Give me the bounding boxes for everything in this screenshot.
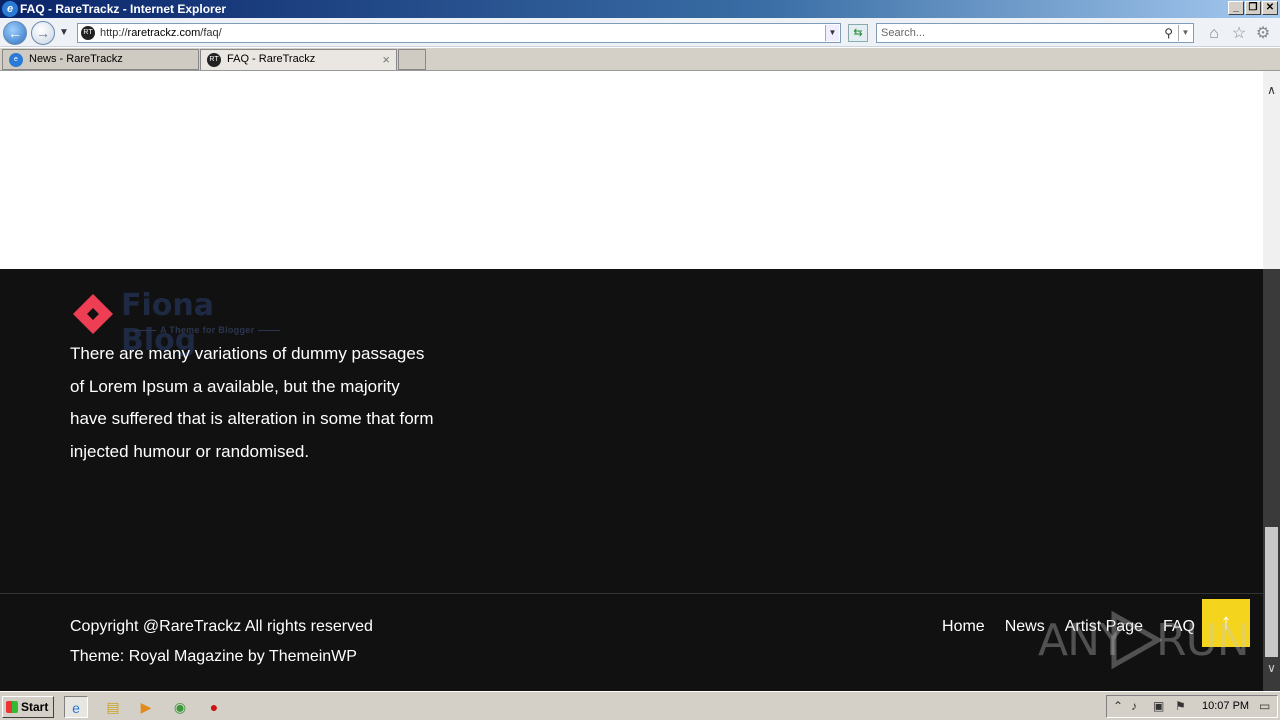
refresh-icon[interactable]: ⇆: [848, 24, 868, 42]
search-placeholder: Search...: [881, 27, 926, 39]
action-center-flag-icon[interactable]: ⚑: [1175, 699, 1186, 713]
url-path: /faq/: [200, 27, 222, 39]
minimize-button[interactable]: _: [1228, 1, 1244, 15]
show-hidden-icons-icon[interactable]: ⌃: [1113, 699, 1123, 713]
tab-news[interactable]: e News - RareTrackz: [2, 49, 199, 70]
media-icon[interactable]: ▶: [134, 696, 158, 718]
start-button[interactable]: Start: [2, 696, 54, 718]
page-content-blank: [0, 71, 1263, 269]
restore-button[interactable]: ❐: [1245, 1, 1261, 15]
footer-about-text: There are many variations of dummy passa…: [70, 344, 434, 461]
scroll-up-icon[interactable]: ∧: [1263, 83, 1280, 100]
copyright-text: Copyright @RareTrackz All rights reserve…: [70, 618, 373, 635]
address-dropdown-icon[interactable]: ▼: [825, 25, 839, 41]
history-dropdown-icon[interactable]: ▼: [59, 27, 69, 38]
logo-mark-icon: [73, 294, 113, 334]
ie-icon: e: [9, 53, 23, 67]
window-title: FAQ - RareTrackz - Internet Explorer: [20, 2, 227, 16]
home-icon[interactable]: ⌂: [1205, 25, 1223, 43]
window-titlebar: e FAQ - RareTrackz - Internet Explorer _…: [0, 0, 1280, 18]
explorer-icon[interactable]: ▤: [101, 696, 125, 718]
tab-label: News - RareTrackz: [29, 53, 123, 65]
search-icon[interactable]: ⚲: [1164, 24, 1173, 42]
scroll-down-icon[interactable]: ∨: [1263, 661, 1280, 681]
anyrun-watermark: ANY RUN: [1038, 611, 1250, 671]
watermark-text-right: RUN: [1156, 615, 1250, 666]
windows-flag-icon: [6, 701, 18, 713]
forward-button[interactable]: →: [31, 21, 55, 45]
system-tray: ⌃ ♪ ▣ ⚑ 10:07 PM ▭: [1106, 695, 1278, 718]
start-label: Start: [21, 700, 49, 714]
address-bar[interactable]: RT http://raretrackz.com/faq/ ▼: [77, 23, 841, 43]
footer-nav-home[interactable]: Home: [942, 618, 985, 635]
scrollbar-thumb[interactable]: [1265, 527, 1278, 657]
back-button[interactable]: ←: [3, 21, 27, 45]
search-input[interactable]: Search... ⚲ ▼: [876, 23, 1194, 43]
new-tab-button[interactable]: [398, 49, 426, 70]
footer-widgets: Fiona Blog A Theme for Blogger There are…: [0, 269, 1263, 593]
url-prefix: http://: [100, 27, 128, 39]
network-icon[interactable]: ▣: [1153, 699, 1164, 713]
navigation-bar: ← → ▼ RT http://raretrackz.com/faq/ ▼ ⇆ …: [0, 18, 1280, 47]
theme-credit[interactable]: Theme: Royal Magazine by ThemeinWP: [70, 648, 357, 666]
site-favicon-icon: RT: [81, 26, 95, 40]
url-host: raretrackz.com: [127, 27, 201, 39]
search-dropdown-icon[interactable]: ▼: [1178, 25, 1192, 41]
close-button[interactable]: ✕: [1262, 1, 1278, 15]
windows-taskbar: Start e ▤ ▶ ◉ ● ⌃ ♪ ▣ ⚑ 10:07 PM ▭: [0, 691, 1280, 720]
tab-faq[interactable]: RT FAQ - RareTrackz ×: [200, 49, 397, 70]
address-url[interactable]: http://raretrackz.com/faq/: [100, 24, 222, 42]
show-desktop-icon[interactable]: ▭: [1259, 699, 1270, 713]
opera-icon[interactable]: ●: [202, 696, 226, 718]
volume-icon[interactable]: ♪: [1131, 699, 1137, 713]
close-tab-icon[interactable]: ×: [382, 50, 390, 69]
clock[interactable]: 10:07 PM: [1202, 700, 1249, 712]
tab-bar: e News - RareTrackz RT FAQ - RareTrackz …: [0, 48, 1280, 71]
raretrackz-icon: RT: [207, 53, 221, 67]
logo-tagline: A Theme for Blogger: [130, 325, 284, 335]
vertical-scrollbar[interactable]: ∧ ∨: [1263, 71, 1280, 691]
site-logo[interactable]: Fiona Blog A Theme for Blogger: [70, 288, 290, 358]
tab-label: FAQ - RareTrackz: [227, 53, 316, 65]
page-viewport: Fiona Blog A Theme for Blogger There are…: [0, 71, 1263, 691]
chrome-icon[interactable]: ◉: [168, 696, 192, 718]
star-icon[interactable]: ☆: [1230, 25, 1248, 43]
gear-icon[interactable]: ⚙: [1254, 25, 1272, 43]
ie-icon[interactable]: e: [64, 696, 88, 718]
play-icon: [1111, 611, 1162, 669]
ie-logo-icon: e: [2, 1, 18, 17]
